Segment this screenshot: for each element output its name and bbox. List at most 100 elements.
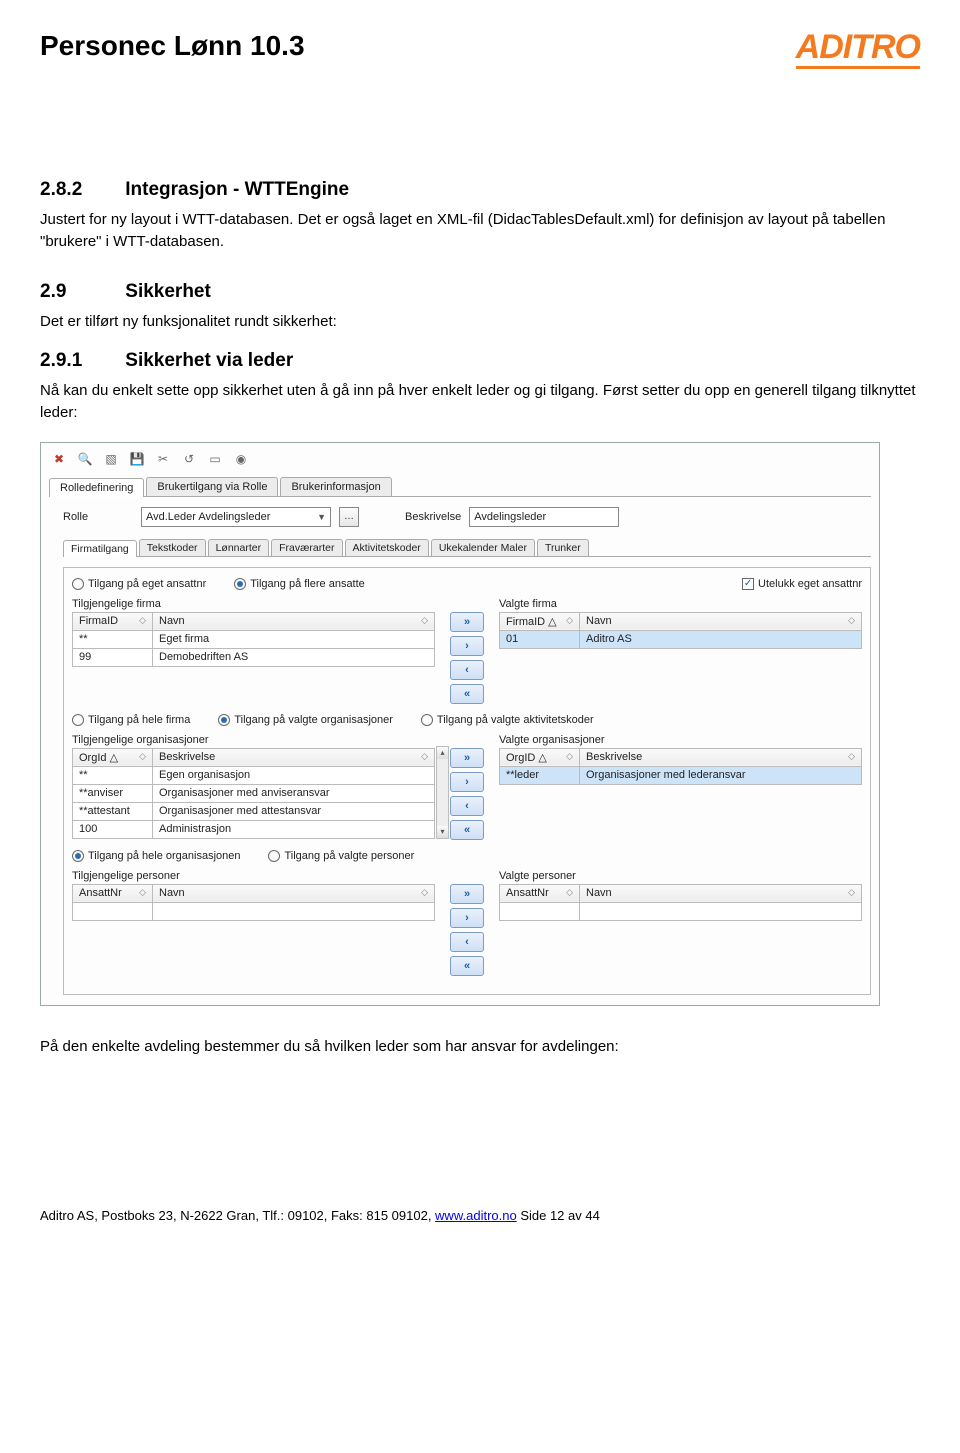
table-row[interactable]: **Eget firma: [73, 630, 435, 648]
role-label: Rolle: [63, 511, 133, 523]
pers-rem-all-button[interactable]: «: [450, 956, 484, 976]
pers-right-col0: AnsattNr: [506, 887, 549, 899]
para-after: På den enkelte avdeling bestemmer du så …: [40, 1036, 920, 1058]
org-add-all-button[interactable]: »: [450, 748, 484, 768]
org-left-col0: OrgId: [79, 752, 107, 764]
org-left-scrollbar[interactable]: ▴▾: [436, 746, 449, 839]
footer-text-before: Aditro AS, Postboks 23, N-2622 Gran, Tlf…: [40, 1208, 435, 1223]
org-right-label: Valgte organisasjoner: [499, 734, 862, 746]
radio-valgte-aktkoder[interactable]: Tilgang på valgte aktivitetskoder: [421, 714, 594, 726]
radio-valgte-org[interactable]: Tilgang på valgte organisasjoner: [218, 714, 393, 726]
org-rem-all-button[interactable]: «: [450, 820, 484, 840]
para-282: Justert for ny layout i WTT-databasen. D…: [40, 209, 920, 253]
org-right-col1: Beskrivelse: [586, 751, 642, 763]
org-right-col0: OrgID: [506, 752, 535, 764]
close-icon[interactable]: ✖: [51, 451, 67, 467]
tab-trunker[interactable]: Trunker: [537, 539, 589, 556]
org-radio-row: Tilgang på hele firma Tilgang på valgte …: [72, 714, 862, 726]
firma-left-col0: FirmaID: [79, 615, 118, 627]
firma-radio-row: Tilgang på eget ansattnr Tilgang på fler…: [72, 578, 862, 590]
firma-rem-one-button[interactable]: ‹: [450, 660, 484, 680]
pers-rem-one-button[interactable]: ‹: [450, 932, 484, 952]
footer-link[interactable]: www.aditro.no: [435, 1208, 517, 1223]
search-icon[interactable]: 🔍: [77, 451, 93, 467]
radio-valgte-aktkoder-label: Tilgang på valgte aktivitetskoder: [437, 714, 594, 726]
radio-valgte-personer[interactable]: Tilgang på valgte personer: [268, 850, 414, 862]
heading-291: 2.9.1 Sikkerhet via leder: [40, 350, 920, 372]
desc-field[interactable]: Avdelingsleder: [469, 507, 619, 527]
heading-29-title: Sikkerhet: [125, 281, 211, 302]
pers-left-label: Tilgjengelige personer: [72, 870, 435, 882]
cut-icon[interactable]: ✂: [155, 451, 171, 467]
firma-transfer: Tilgjengelige firma FirmaID◇Navn◇ **Eget…: [72, 594, 862, 704]
tab-rolledefinering[interactable]: Rolledefinering: [49, 478, 144, 497]
org-rem-one-button[interactable]: ‹: [450, 796, 484, 816]
tab-aktivitetskoder[interactable]: Aktivitetskoder: [345, 539, 429, 556]
firma-rem-all-button[interactable]: «: [450, 684, 484, 704]
undo-icon[interactable]: ↺: [181, 451, 197, 467]
pers-right-col1: Navn: [586, 887, 612, 899]
table-row[interactable]: 01Aditro AS: [500, 630, 862, 648]
radio-hele-firma-label: Tilgang på hele firma: [88, 714, 190, 726]
radio-eget-ansattnr-label: Tilgang på eget ansattnr: [88, 578, 206, 590]
radio-valgte-personer-label: Tilgang på valgte personer: [284, 850, 414, 862]
table-row[interactable]: **attestantOrganisasjoner med attestansv…: [73, 802, 435, 820]
role-combo[interactable]: Avd.Leder Avdelingsleder ▼: [141, 507, 331, 527]
table-row[interactable]: 100Administrasjon: [73, 820, 435, 838]
tab-ukekalender[interactable]: Ukekalender Maler: [431, 539, 535, 556]
pers-add-one-button[interactable]: ›: [450, 908, 484, 928]
pers-add-all-button[interactable]: »: [450, 884, 484, 904]
org-right-grid[interactable]: OrgID △◇Beskrivelse◇ **lederOrganisasjon…: [499, 748, 862, 785]
pers-right-grid[interactable]: AnsattNr◇Navn◇: [499, 884, 862, 921]
firma-left-label: Tilgjengelige firma: [72, 598, 435, 610]
org-left-label: Tilgjengelige organisasjoner: [72, 734, 435, 746]
firma-add-all-button[interactable]: »: [450, 612, 484, 632]
para-291: Nå kan du enkelt sette opp sikkerhet ute…: [40, 380, 920, 424]
firma-left-col1: Navn: [159, 615, 185, 627]
checkbox-utelukk-label: Utelukk eget ansattnr: [758, 578, 862, 590]
role-combo-value: Avd.Leder Avdelingsleder: [146, 511, 270, 523]
table-row[interactable]: [500, 902, 862, 920]
pers-radio-row: Tilgang på hele organisasjonen Tilgang p…: [72, 850, 862, 862]
screenshot-panel: ✖ 🔍 ▧ 💾 ✂ ↺ ▭ ◉ Rolledefinering Brukerti…: [40, 442, 880, 1006]
table-row[interactable]: **lederOrganisasjoner med lederansvar: [500, 766, 862, 784]
table-row[interactable]: **anviserOrganisasjoner med anviseransva…: [73, 784, 435, 802]
radio-hele-firma[interactable]: Tilgang på hele firma: [72, 714, 190, 726]
tab-firmatilgang[interactable]: Firmatilgang: [63, 540, 137, 557]
role-lookup-button[interactable]: …: [339, 507, 359, 527]
firmatilgang-panel: Tilgang på eget ansattnr Tilgang på fler…: [63, 567, 871, 995]
org-add-one-button[interactable]: ›: [450, 772, 484, 792]
firma-right-grid[interactable]: FirmaID △◇Navn◇ 01Aditro AS: [499, 612, 862, 649]
radio-flere-ansatte[interactable]: Tilgang på flere ansatte: [234, 578, 365, 590]
heading-282-num: 2.8.2: [40, 179, 120, 201]
footer-text-after: Side 12 av 44: [517, 1208, 600, 1223]
heading-29: 2.9 Sikkerhet: [40, 281, 920, 303]
radio-eget-ansattnr[interactable]: Tilgang på eget ansattnr: [72, 578, 206, 590]
table-row[interactable]: 99Demobedriften AS: [73, 648, 435, 666]
tab-brukertilgang[interactable]: Brukertilgang via Rolle: [146, 477, 278, 496]
toolbar: ✖ 🔍 ▧ 💾 ✂ ↺ ▭ ◉: [49, 449, 871, 473]
page-icon[interactable]: ▭: [207, 451, 223, 467]
save-icon[interactable]: 💾: [129, 451, 145, 467]
heading-291-num: 2.9.1: [40, 350, 120, 372]
table-row[interactable]: **Egen organisasjon: [73, 766, 435, 784]
checkbox-utelukk[interactable]: ✓Utelukk eget ansattnr: [742, 578, 862, 590]
org-left-col1: Beskrivelse: [159, 751, 215, 763]
tab-brukerinformasjon[interactable]: Brukerinformasjon: [280, 477, 391, 496]
radio-hele-org-label: Tilgang på hele organisasjonen: [88, 850, 240, 862]
tab-fravararter[interactable]: Fraværarter: [271, 539, 342, 556]
main-tabs: Rolledefinering Brukertilgang via Rolle …: [49, 477, 871, 497]
firma-left-grid[interactable]: FirmaID◇Navn◇ **Eget firma 99Demobedrift…: [72, 612, 435, 667]
org-left-grid[interactable]: OrgId △◇Beskrivelse◇ **Egen organisasjon…: [72, 748, 435, 839]
tab-tekstkoder[interactable]: Tekstkoder: [139, 539, 206, 556]
pers-left-col0: AnsattNr: [79, 887, 122, 899]
new-icon[interactable]: ▧: [103, 451, 119, 467]
radio-hele-org[interactable]: Tilgang på hele organisasjonen: [72, 850, 240, 862]
firma-right-col0: FirmaID: [506, 616, 545, 628]
firma-add-one-button[interactable]: ›: [450, 636, 484, 656]
pers-left-grid[interactable]: AnsattNr◇Navn◇: [72, 884, 435, 921]
table-row[interactable]: [73, 902, 435, 920]
radio-valgte-org-label: Tilgang på valgte organisasjoner: [234, 714, 393, 726]
help-icon[interactable]: ◉: [233, 451, 249, 467]
tab-lonnarter[interactable]: Lønnarter: [208, 539, 270, 556]
